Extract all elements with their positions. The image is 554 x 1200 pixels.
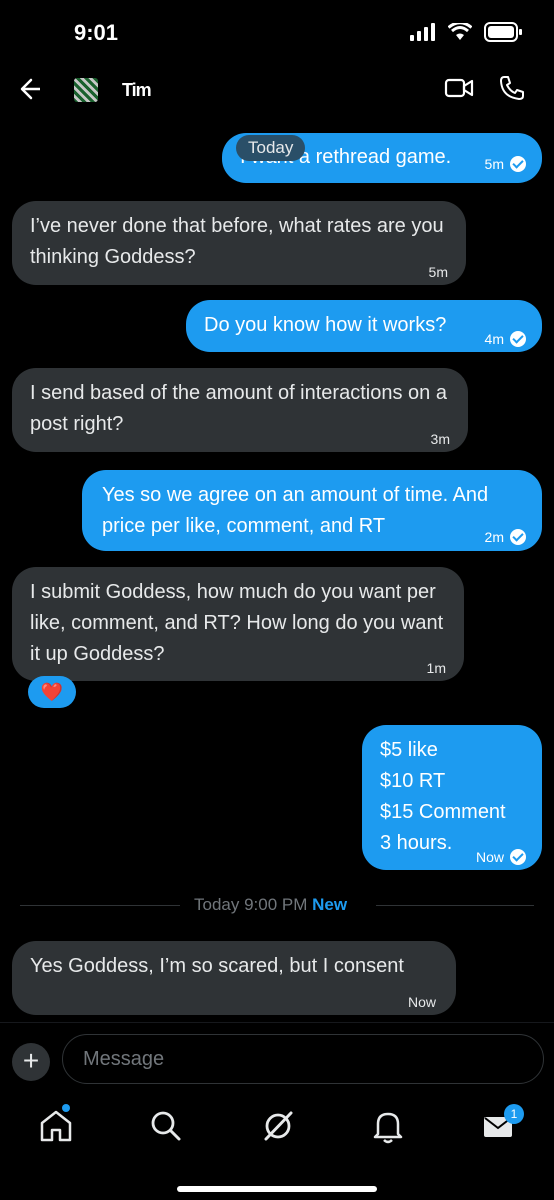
conversation-header: Tim	[0, 60, 554, 118]
bottom-tab-bar: 1	[0, 1094, 554, 1200]
contact-name[interactable]: Tim	[122, 80, 152, 101]
status-time: 9:01	[74, 20, 119, 45]
search-icon[interactable]	[146, 1106, 186, 1146]
message-timestamp: Now	[476, 842, 526, 873]
message-line: $5 like	[380, 739, 438, 761]
message-bubble-outgoing[interactable]: $5 like $10 RT $15 Comment 3 hours. Now	[362, 725, 542, 870]
heart-reaction[interactable]: ❤️	[28, 676, 76, 708]
message-timestamp: 5m	[428, 264, 448, 280]
message-text: Yes Goddess, I’m so scared, but I consen…	[30, 955, 404, 977]
message-bubble-incoming[interactable]: I send based of the amount of interactio…	[12, 368, 468, 452]
message-line: $15 Comment	[380, 801, 506, 823]
message-text: I submit Goddess, how much do you want p…	[30, 581, 444, 665]
message-timestamp: 1m	[426, 660, 446, 676]
home-indicator	[177, 1186, 377, 1192]
day-label: Today	[236, 135, 306, 161]
message-timestamp: 2m	[485, 522, 526, 553]
home-icon[interactable]	[36, 1106, 76, 1146]
message-text: I send based of the amount of interactio…	[30, 382, 447, 435]
message-bubble-outgoing[interactable]: Yes so we agree on an amount of time. An…	[82, 470, 542, 551]
read-check-icon	[510, 529, 526, 545]
message-line: $10 RT	[380, 770, 446, 792]
add-attachment-button[interactable]: +	[12, 1043, 50, 1081]
message-input[interactable]	[62, 1034, 544, 1084]
message-bubble-outgoing[interactable]: Do you know how it works? 4m	[186, 300, 542, 352]
divider-date: Today 9:00 PM	[194, 895, 308, 914]
video-call-icon[interactable]	[444, 76, 474, 100]
grok-icon[interactable]	[258, 1106, 298, 1146]
message-bubble-incoming[interactable]: I’ve never done that before, what rates …	[12, 201, 466, 285]
home-notification-dot	[62, 1104, 70, 1112]
message-timestamp: 4m	[485, 324, 526, 355]
battery-icon	[484, 22, 522, 42]
avatar[interactable]	[74, 78, 98, 102]
contact-block[interactable]: Tim	[40, 70, 240, 106]
new-messages-divider: Today 9:00 PM New	[20, 895, 534, 917]
message-text: Do you know how it works?	[204, 314, 447, 336]
new-label: New	[312, 895, 348, 914]
message-timestamp: Now	[407, 994, 436, 1010]
status-icons	[410, 22, 522, 42]
read-check-icon	[510, 331, 526, 347]
messages-badge: 1	[504, 1104, 524, 1124]
read-check-icon	[510, 849, 526, 865]
message-bubble-incoming[interactable]: Yes Goddess, I’m so scared, but I consen…	[12, 941, 456, 1015]
phone-icon[interactable]	[498, 74, 526, 102]
message-text: I’ve never done that before, what rates …	[30, 215, 444, 268]
message-timestamp: 5m	[485, 149, 526, 180]
message-bubble-incoming[interactable]: I submit Goddess, how much do you want p…	[12, 567, 464, 681]
message-composer: +	[0, 1022, 554, 1094]
signal-icon	[410, 23, 435, 41]
heart-icon: ❤️	[40, 682, 64, 702]
message-text: Yes so we agree on an amount of time. An…	[102, 484, 489, 537]
wifi-icon	[448, 23, 472, 40]
status-bar: 9:01	[0, 0, 554, 66]
message-timestamp: 3m	[430, 431, 450, 447]
bell-icon[interactable]	[368, 1106, 408, 1146]
read-check-icon	[510, 156, 526, 172]
